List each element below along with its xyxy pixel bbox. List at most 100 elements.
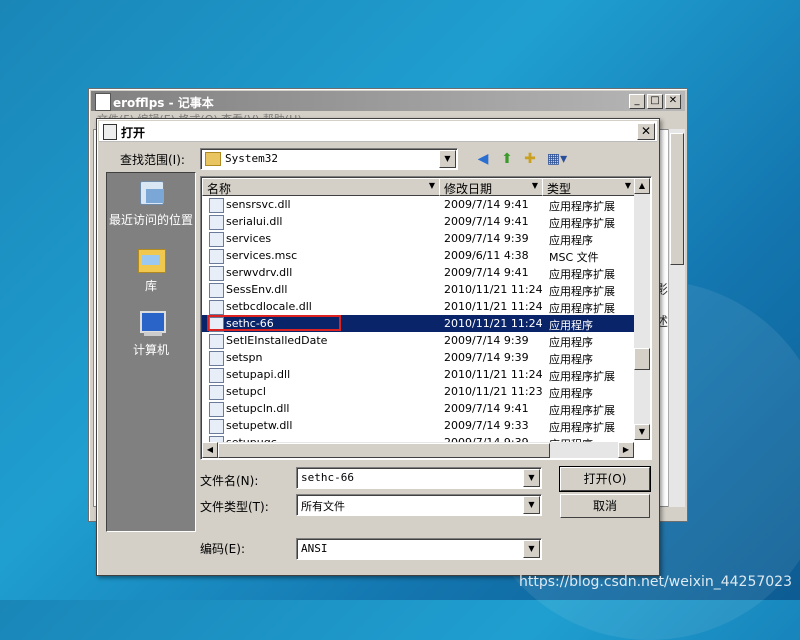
column-header-type[interactable]: 类型 ▼: [542, 178, 636, 196]
file-name: setupetw.dll: [226, 419, 293, 432]
file-name: setupcl: [226, 385, 266, 398]
recent-places-icon: [134, 179, 168, 209]
file-date: 2009/7/14 9:39: [444, 334, 529, 347]
place-computer[interactable]: 计算机: [107, 309, 195, 358]
file-icon: [209, 232, 224, 247]
dialog-close-button[interactable]: ✕: [637, 123, 655, 140]
file-name: setupcln.dll: [226, 402, 290, 415]
table-row[interactable]: SessEnv.dll 2010/11/21 11:24 应用程序扩展: [202, 281, 634, 298]
file-name: SetIEInstalledDate: [226, 334, 328, 347]
encoding-value: ANSI: [301, 542, 328, 555]
highlight-box: [207, 315, 341, 331]
file-date: 2009/7/14 9:39: [444, 232, 529, 245]
file-date: 2010/11/21 11:23: [444, 385, 543, 398]
file-date: 2010/11/21 11:24: [444, 300, 543, 313]
file-icon: [209, 402, 224, 417]
table-row[interactable]: setspn 2009/7/14 9:39 应用程序: [202, 349, 634, 366]
filename-value: sethc-66: [301, 471, 354, 484]
place-recent[interactable]: 最近访问的位置: [107, 179, 195, 228]
places-bar: 最近访问的位置 库 计算机: [106, 172, 196, 532]
file-type: 应用程序: [549, 319, 593, 332]
column-header-name[interactable]: 名称 ▼: [202, 178, 440, 196]
maximize-button[interactable]: □: [647, 94, 663, 109]
file-name: SessEnv.dll: [226, 283, 288, 296]
scroll-right-button[interactable]: ▶: [618, 442, 634, 458]
dialog-icon: [103, 124, 117, 140]
new-folder-icon[interactable]: ✚: [521, 150, 539, 168]
table-row[interactable]: setupcl 2010/11/21 11:23 应用程序: [202, 383, 634, 400]
table-row[interactable]: setupcln.dll 2009/7/14 9:41 应用程序扩展: [202, 400, 634, 417]
up-folder-icon[interactable]: ⬆: [498, 150, 516, 168]
notepad-titlebar[interactable]: erofflps - 记事本 _ □ ✕: [91, 91, 685, 111]
dialog-titlebar[interactable]: 打开 ✕: [99, 121, 657, 142]
file-type: 应用程序扩展: [549, 421, 615, 434]
file-name: serialui.dll: [226, 215, 283, 228]
filetype-label: 文件类型(T):: [200, 500, 269, 514]
file-date: 2009/7/14 9:41: [444, 266, 529, 279]
file-list-horizontal-scrollbar[interactable]: ◀ ▶: [202, 442, 634, 458]
close-button[interactable]: ✕: [665, 94, 681, 109]
view-menu-icon[interactable]: ▦▾: [546, 150, 568, 168]
file-type: 应用程序扩展: [549, 302, 615, 315]
file-icon: [209, 334, 224, 349]
file-list-vertical-scrollbar[interactable]: ▲ ▼: [634, 178, 650, 440]
table-row[interactable]: sensrsvc.dll 2009/7/14 9:41 应用程序扩展: [202, 196, 634, 213]
file-type: 应用程序扩展: [549, 285, 615, 298]
file-date: 2009/7/14 9:41: [444, 198, 529, 211]
file-icon: [209, 283, 224, 298]
file-name: services: [226, 232, 272, 245]
open-button[interactable]: 打开(O): [559, 466, 651, 492]
table-row[interactable]: setupetw.dll 2009/7/14 9:33 应用程序扩展: [202, 417, 634, 434]
look-in-combo[interactable]: System32 ▼: [200, 148, 458, 170]
table-row[interactable]: SetIEInstalledDate 2009/7/14 9:39 应用程序: [202, 332, 634, 349]
chevron-down-icon[interactable]: ▼: [529, 180, 541, 192]
minimize-button[interactable]: _: [629, 94, 645, 109]
watermark-text: https://blog.csdn.net/weixin_44257023: [518, 574, 792, 590]
filetype-value: 所有文件: [301, 500, 345, 513]
chevron-down-icon[interactable]: ▼: [523, 469, 540, 487]
scroll-up-button[interactable]: ▲: [634, 178, 650, 194]
file-name: setupapi.dll: [226, 368, 291, 381]
file-type: 应用程序扩展: [549, 200, 615, 213]
filetype-select[interactable]: 所有文件 ▼: [296, 494, 542, 516]
column-header-date[interactable]: 修改日期 ▼: [439, 178, 543, 196]
table-row[interactable]: services 2009/7/14 9:39 应用程序: [202, 230, 634, 247]
notepad-scrollbar[interactable]: [668, 129, 685, 507]
folder-icon: [205, 152, 221, 166]
file-date: 2009/6/11 4:38: [444, 249, 529, 262]
file-name: services.msc: [226, 249, 298, 262]
file-icon: [209, 385, 224, 400]
back-icon[interactable]: ◀: [474, 150, 492, 168]
chevron-down-icon[interactable]: ▼: [523, 540, 540, 558]
table-row[interactable]: serialui.dll 2009/7/14 9:41 应用程序扩展: [202, 213, 634, 230]
file-icon: [209, 300, 224, 315]
chevron-down-icon[interactable]: ▼: [439, 150, 456, 168]
filename-input[interactable]: sethc-66 ▼: [296, 467, 542, 489]
scroll-left-button[interactable]: ◀: [202, 442, 218, 458]
file-type: 应用程序: [549, 336, 593, 349]
chevron-down-icon[interactable]: ▼: [426, 180, 438, 192]
table-row[interactable]: serwvdrv.dll 2009/7/14 9:41 应用程序扩展: [202, 264, 634, 281]
dialog-title: 打开: [121, 126, 146, 140]
file-list[interactable]: 名称 ▼ 修改日期 ▼ 类型 ▼ sensrsvc.dll 2009/7/14 9…: [200, 176, 652, 460]
look-in-label: 查找范围(I):: [120, 153, 185, 167]
file-type: 应用程序扩展: [549, 404, 615, 417]
file-icon: [209, 249, 224, 264]
file-name: serwvdrv.dll: [226, 266, 293, 279]
file-type: 应用程序: [549, 234, 593, 247]
chevron-down-icon[interactable]: ▼: [622, 180, 634, 192]
encoding-select[interactable]: ANSI ▼: [296, 538, 542, 560]
file-date: 2009/7/14 9:33: [444, 419, 529, 432]
table-row[interactable]: sethc-66 2010/11/21 11:24 应用程序: [202, 315, 634, 332]
scroll-thumb[interactable]: [218, 443, 550, 458]
table-row[interactable]: setupapi.dll 2010/11/21 11:24 应用程序扩展: [202, 366, 634, 383]
scroll-thumb[interactable]: [634, 348, 650, 370]
table-row[interactable]: services.msc 2009/6/11 4:38 MSC 文件: [202, 247, 634, 264]
cancel-button[interactable]: 取消: [560, 494, 650, 518]
place-label: 最近访问的位置: [108, 213, 193, 227]
place-libraries[interactable]: 库: [107, 245, 195, 294]
file-icon: [209, 419, 224, 434]
chevron-down-icon[interactable]: ▼: [523, 496, 540, 514]
scroll-down-button[interactable]: ▼: [634, 424, 650, 440]
table-row[interactable]: setbcdlocale.dll 2010/11/21 11:24 应用程序扩展: [202, 298, 634, 315]
